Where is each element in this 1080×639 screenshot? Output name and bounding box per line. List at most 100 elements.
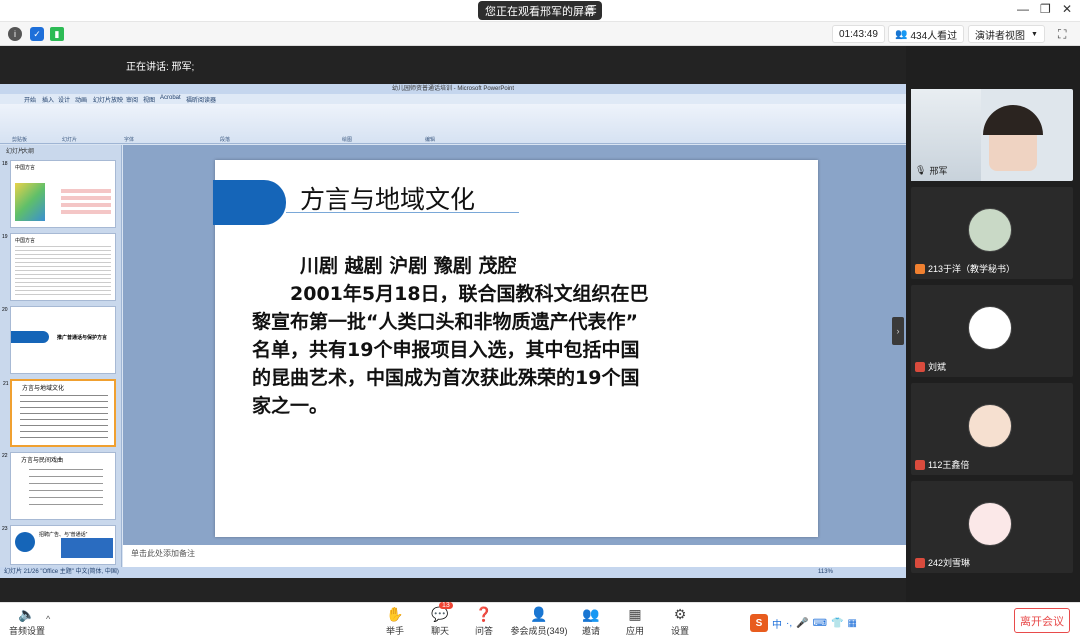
thumb-title: 推广普通话与保护方言: [57, 335, 108, 341]
thumb-title: 中国方言: [15, 238, 36, 244]
slide-thumbnail-panel: 幻灯片 大纲 18 中国方言 19 中国方言 20 推广普通话与保护方言 21 …: [0, 145, 122, 567]
punctuation-icon[interactable]: ·,: [786, 618, 792, 629]
thumb-title: 招聘广告、与“普通话”: [39, 532, 88, 538]
video-tile[interactable]: 213于洋（教学秘书）: [911, 187, 1073, 279]
ime-mode[interactable]: 中: [772, 616, 782, 631]
slide-line: 家之一。: [252, 395, 329, 417]
ribbon-group-label: 编辑: [425, 137, 436, 143]
ribbon-tab[interactable]: 审阅: [126, 95, 138, 104]
fullscreen-icon[interactable]: ⛶: [1058, 27, 1066, 42]
avatar: [968, 502, 1012, 546]
slide-thumbnail[interactable]: 18 中国方言: [2, 160, 116, 228]
viewers-button[interactable]: 👥 434人看过: [888, 25, 965, 43]
invite-button[interactable]: 👥 邀请: [566, 606, 616, 637]
ppt-title-bar: 幼儿园师资普通话培训 - Microsoft PowerPoint: [0, 84, 906, 94]
video-tile[interactable]: 242刘雪琳: [911, 481, 1073, 573]
mic-icon: 🎙: [915, 165, 927, 175]
restore-icon[interactable]: ❐: [1040, 2, 1051, 16]
slide-thumbnail[interactable]: 23 招聘广告、与“普通话”: [2, 525, 116, 565]
slide-line: 的昆曲艺术，中国成为首次获此殊荣的19个国: [252, 367, 640, 389]
thumb-number: 20: [2, 307, 8, 313]
slide-line: 名单，共有19个申报项目入选，其中包括中国: [252, 339, 640, 361]
ribbon-tab[interactable]: 动画: [75, 95, 87, 104]
slide-line: 2001年5月18日，联合国教科文组织在巴: [252, 283, 649, 305]
meeting-toolbar: i ✓ ▮ 01:43:49 👥 434人看过 演讲者视图 ▼ ⛶: [0, 22, 1080, 46]
mic-icon[interactable]: 🎤: [796, 618, 808, 629]
chat-icon: 💬: [431, 606, 449, 622]
thumb-title: 方言与地域文化: [22, 386, 65, 392]
participants-button[interactable]: 👤 参会成员(349): [510, 606, 568, 637]
qa-button[interactable]: ❓ 问答: [459, 606, 509, 637]
chat-button[interactable]: 💬 聊天 13: [415, 602, 465, 637]
title-underline: [286, 212, 519, 213]
chevron-up-icon[interactable]: ^: [46, 614, 50, 624]
info-icon[interactable]: i: [8, 27, 22, 41]
audio-settings-button[interactable]: 🔈 音频设置: [2, 606, 52, 637]
slide-body: 川剧 越剧 沪剧 豫剧 茂腔 2001年5月18日，联合国教科文组织在巴 黎宣布…: [252, 252, 767, 420]
muted-mic-icon: [915, 263, 925, 274]
viewers-count: 434人看过: [910, 30, 958, 42]
menu-icon[interactable]: ☰: [587, 3, 597, 16]
avatar: [968, 208, 1012, 252]
ribbon-group-label: 幻灯片: [62, 137, 78, 143]
raise-hand-button[interactable]: ✋ 举手: [370, 606, 420, 637]
video-tile[interactable]: 112王鑫倍: [911, 383, 1073, 475]
ribbon-group-label: 剪贴板: [12, 137, 28, 143]
person-icon: 👤: [530, 606, 548, 622]
thumb-number: 21: [3, 381, 9, 387]
slide-thumbnail[interactable]: 22 方言与民间戏曲: [2, 452, 116, 520]
ribbon-tab[interactable]: 开始: [24, 95, 36, 104]
zoom-level: 113%: [818, 569, 833, 575]
notes-pane[interactable]: 单击此处添加备注: [123, 545, 906, 567]
minimize-icon[interactable]: —: [1017, 2, 1029, 16]
collapse-panel-button[interactable]: ›: [892, 317, 904, 345]
thumb-title: 方言与民间戏曲: [21, 458, 64, 464]
invite-icon: 👥: [582, 606, 600, 622]
toolbox-icon[interactable]: ▦: [847, 618, 856, 629]
slide-line: 川剧 越剧 沪剧 豫剧 茂腔: [300, 255, 517, 277]
top-bar: 您正在观看邢军的屏幕 ☰ — ❐ ✕: [0, 0, 1080, 22]
shield-icon[interactable]: ✓: [30, 27, 44, 41]
ribbon-tab[interactable]: 插入: [42, 95, 54, 104]
unread-badge: 13: [439, 602, 453, 609]
leave-meeting-button[interactable]: 离开会议: [1014, 608, 1070, 633]
slide-line: 黎宣布第一批“人类口头和非物质遗产代表作”: [252, 311, 638, 333]
participant-name: 🎙 邢军: [915, 165, 948, 176]
speaking-indicator: 正在讲话: 邢军;: [126, 62, 195, 73]
thumb-number: 18: [2, 161, 8, 167]
video-tile[interactable]: 刘斌: [911, 285, 1073, 377]
panel-tab-outline[interactable]: 大纲: [22, 146, 34, 155]
skin-icon[interactable]: 👕: [831, 618, 843, 629]
chevron-down-icon: ▼: [1031, 30, 1038, 38]
ribbon-tab[interactable]: Acrobat: [160, 95, 181, 101]
ribbon-tab[interactable]: 福昕阅读器: [186, 95, 216, 104]
participant-name: 242刘雪琳: [915, 556, 970, 569]
keyboard-icon[interactable]: ⌨: [813, 618, 827, 629]
participant-name: 刘斌: [915, 360, 946, 373]
status-bar: 幻灯片 21/26 "Office 主题" 中文(简体, 中国) 113%: [0, 567, 906, 578]
muted-mic-icon: [915, 361, 925, 372]
avatar: [968, 404, 1012, 448]
ribbon-group-label: 绘图: [342, 137, 353, 143]
ribbon-group-label: 段落: [220, 137, 231, 143]
slide-thumbnail-selected[interactable]: 21 方言与地域文化: [3, 379, 116, 447]
question-icon: ❓: [475, 606, 493, 622]
ribbon-tab[interactable]: 幻灯片放映: [93, 95, 123, 104]
view-mode-dropdown[interactable]: 演讲者视图 ▼: [968, 25, 1045, 43]
title-accent-shape: [213, 180, 286, 225]
share-banner[interactable]: 您正在观看邢军的屏幕 ☰: [478, 1, 602, 20]
settings-button[interactable]: ⚙ 设置: [655, 606, 705, 637]
ime-toolbar: S 中 ·, 🎤 ⌨ 👕 ▦: [750, 613, 890, 633]
slide-thumbnail[interactable]: 19 中国方言: [2, 233, 116, 301]
ribbon-tabs: 开始 插入 设计 动画 幻灯片放映 审阅 视图 Acrobat 福昕阅读器: [0, 94, 906, 104]
speaker-icon: 🔈: [18, 606, 36, 622]
close-icon[interactable]: ✕: [1062, 2, 1072, 16]
slide-thumbnail[interactable]: 20 推广普通话与保护方言: [2, 306, 116, 374]
ribbon-tab[interactable]: 设计: [58, 95, 70, 104]
thumb-title: 中国方言: [15, 165, 36, 171]
apps-button[interactable]: ▦ 应用: [610, 606, 660, 637]
sogou-logo-icon[interactable]: S: [750, 614, 768, 632]
video-tile-host[interactable]: 🎙 邢军: [911, 89, 1073, 181]
signal-icon[interactable]: ▮: [50, 27, 64, 41]
ribbon-tab[interactable]: 视图: [143, 95, 155, 104]
